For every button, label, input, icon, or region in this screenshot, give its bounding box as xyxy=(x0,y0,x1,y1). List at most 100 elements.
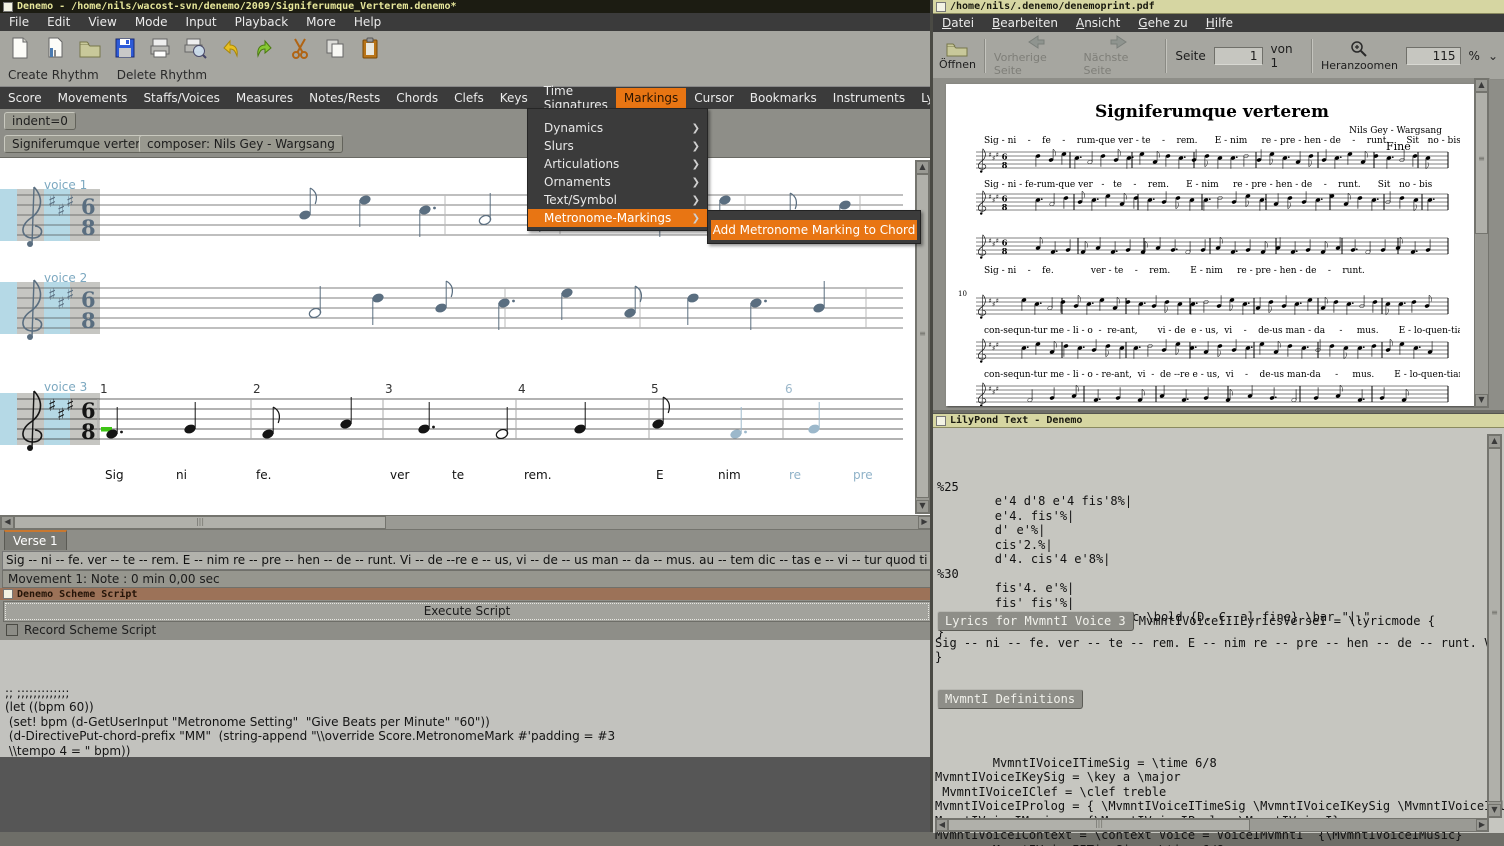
command-menu-item[interactable]: Staffs/Voices xyxy=(135,88,227,108)
menu-item[interactable]: Edit xyxy=(38,13,79,31)
rhythm-button[interactable]: Create Rhythm xyxy=(8,68,99,82)
menu-item[interactable]: Datei xyxy=(933,14,983,32)
lyric-syllable[interactable]: pre xyxy=(853,468,873,482)
print-icon[interactable] xyxy=(148,36,172,60)
zoom-value-input[interactable]: 115 xyxy=(1405,46,1461,65)
new-file-icon[interactable] xyxy=(8,36,32,60)
open-folder-icon[interactable] xyxy=(78,36,102,60)
menu-item[interactable]: Hilfe xyxy=(1197,14,1242,32)
indent-directive-button[interactable]: indent=0 xyxy=(4,112,76,130)
script-line: ;; ;;;;;;;;;;;;; xyxy=(5,685,70,700)
menu-item[interactable]: Gehe zu xyxy=(1129,14,1196,32)
command-menu-item[interactable]: Keys xyxy=(492,88,536,108)
command-menu-item[interactable]: Instruments xyxy=(825,88,913,108)
scheme-script-editor[interactable]: ;; ;;;;;;;;;;;;; (let ((bpm 60)) (set! bp… xyxy=(0,640,932,758)
redo-icon[interactable] xyxy=(253,36,277,60)
zoom-in-button[interactable]: Heranzoomen xyxy=(1321,40,1398,72)
copy-icon[interactable] xyxy=(323,36,347,60)
menu-item[interactable]: Playback xyxy=(226,13,298,31)
staff-voice-2[interactable]: ♯ ♯ ♯ 6 8 xyxy=(0,263,905,353)
command-menu-item[interactable]: Cursor xyxy=(686,88,741,108)
lilypond-horizontal-scrollbar[interactable]: ◀ ||| ▶ xyxy=(935,818,1489,832)
command-menu-item[interactable]: Bookmarks xyxy=(742,88,825,108)
lyric-syllable[interactable]: nim xyxy=(718,468,741,482)
score-horizontal-scrollbar[interactable]: ◀ ||| ▶ xyxy=(0,515,932,530)
code-line: %30 xyxy=(937,566,959,581)
pdf-viewer-window: /home/nils/.denemo/denemoprint.pdf Datei… xyxy=(933,0,1504,410)
menu-item[interactable]: View xyxy=(79,13,125,31)
command-menu-item[interactable]: Notes/Rests xyxy=(301,88,388,108)
open-button[interactable]: Öffnen xyxy=(939,41,976,71)
execute-script-button[interactable]: Execute Script xyxy=(3,601,931,622)
window-icon xyxy=(936,415,946,426)
pdf-lyrics-2: Sig - ni - fe - rum-que ver - te - rem. … xyxy=(984,136,1460,146)
mvmnt-definitions-button[interactable]: MvmntI Definitions xyxy=(937,689,1084,709)
lilypond-titlebar[interactable]: LilyPond Text - Denemo xyxy=(933,414,1504,428)
scheme-script-titlebar[interactable]: Denemo Scheme Script xyxy=(0,588,938,600)
menu-item[interactable]: File xyxy=(0,13,38,31)
lyric-syllable[interactable]: fe. xyxy=(256,468,271,482)
markings-menu-item[interactable]: Articulations ❯ xyxy=(528,155,707,173)
submenu-arrow-icon: ❯ xyxy=(691,158,700,170)
command-menu-item[interactable]: Movements xyxy=(50,88,136,108)
page-number-input[interactable]: 1 xyxy=(1213,46,1263,65)
markings-menu-item[interactable]: Ornaments ❯ xyxy=(528,173,707,191)
add-metronome-marking-item[interactable]: Add Metronome Marking to Chord xyxy=(711,220,917,240)
lyrics-voice-3-button[interactable]: Lyrics for MvmntI Voice 3 xyxy=(937,611,1134,631)
menu-item[interactable]: Bearbeiten xyxy=(983,14,1067,32)
pdf-vertical-scrollbar[interactable]: ▲ ≡ ▼ xyxy=(1474,78,1489,408)
lyrics-code-line[interactable]: Sig -- ni -- fe. ver -- te -- rem. E -- … xyxy=(935,636,1495,651)
menu-item[interactable]: Help xyxy=(345,13,390,31)
undo-icon[interactable] xyxy=(218,36,242,60)
pdf-document-area[interactable]: Signiferumque verterem Nils Gey - Wargsa… xyxy=(933,78,1490,408)
lyric-syllable[interactable]: te xyxy=(452,468,464,482)
svg-text:♯: ♯ xyxy=(66,285,74,305)
command-menu-item[interactable]: Measures xyxy=(228,88,301,108)
menu-item[interactable]: Mode xyxy=(126,13,177,31)
lilypond-code-block-1[interactable]: %25 e'4 d'8 e'4 fis'8%| e'4. fis'%| d' e… xyxy=(937,436,1487,639)
command-menu-item[interactable]: Score xyxy=(0,88,50,108)
pdf-page: Signiferumque verterem Nils Gey - Wargsa… xyxy=(946,84,1478,406)
chevron-down-icon[interactable]: ⌄ xyxy=(1488,49,1498,63)
verse-1-tab[interactable]: Verse 1 xyxy=(4,530,67,550)
command-menu-item[interactable]: Chords xyxy=(388,88,446,108)
save-icon[interactable] xyxy=(113,36,137,60)
code-line: d'4. cis'4 e'8%| xyxy=(937,552,1111,566)
markings-menu-item[interactable]: Dynamics ❯ xyxy=(528,119,707,137)
cut-icon[interactable] xyxy=(288,36,312,60)
lyric-syllable[interactable]: re xyxy=(789,468,801,482)
svg-text:♯: ♯ xyxy=(66,192,74,212)
lyric-syllable[interactable]: ver xyxy=(390,468,409,482)
lyric-syllable[interactable]: E xyxy=(656,468,664,482)
menu-item[interactable]: Ansicht xyxy=(1067,14,1129,32)
command-menu-item[interactable]: Markings xyxy=(615,88,687,108)
lyric-syllable[interactable]: rem. xyxy=(524,468,552,482)
record-checkbox[interactable] xyxy=(6,624,18,636)
print-preview-icon[interactable] xyxy=(183,36,207,60)
markings-menu-item[interactable]: Slurs ❯ xyxy=(528,137,707,155)
markings-menu-item[interactable]: Metronome-Markings ❯ xyxy=(528,209,707,227)
pdf-titlebar[interactable]: /home/nils/.denemo/denemoprint.pdf xyxy=(933,0,1504,14)
staff-voice-3[interactable]: ♯ ♯ ♯ 6 8 xyxy=(0,374,905,464)
menu-item[interactable]: More xyxy=(297,13,345,31)
pdf-staff-6: ♯ ♯ ♯ xyxy=(974,376,1450,406)
piece-composer: Nils Gey - Wargsang xyxy=(1349,126,1442,136)
paste-icon[interactable] xyxy=(358,36,382,60)
markings-menu-item[interactable]: Text/Symbol ❯ xyxy=(528,191,707,209)
score-composer-button[interactable]: composer: Nils Gey - Wargsang xyxy=(139,135,343,153)
rhythm-button[interactable]: Delete Rhythm xyxy=(117,68,207,82)
lilypond-vertical-scrollbar[interactable]: ▲ ≡ ▼ xyxy=(1487,434,1502,818)
menu-item[interactable]: Input xyxy=(177,13,226,31)
previous-page-button[interactable]: Vorherige Seite xyxy=(994,34,1076,77)
denemo-titlebar[interactable]: Denemo - /home/nils/wacost-svn/denemo/20… xyxy=(0,0,932,13)
lyric-syllable[interactable]: ni xyxy=(176,468,187,482)
pdf-menubar: Datei Bearbeiten Ansicht Gehe zu Hilfe xyxy=(933,14,1504,32)
new-wizard-icon[interactable] xyxy=(43,36,67,60)
command-menu-item[interactable]: Clefs xyxy=(446,88,492,108)
desktop: Denemo - /home/nils/wacost-svn/denemo/20… xyxy=(0,0,1504,846)
svg-text:8: 8 xyxy=(81,419,96,444)
lyric-syllable[interactable]: Sig xyxy=(105,468,124,482)
script-line: (d-DirectivePut-chord-prefix "MM" (strin… xyxy=(5,729,616,743)
verse-text-input[interactable]: Sig -- ni -- fe. ver -- te -- rem. E -- … xyxy=(2,551,936,570)
next-page-button[interactable]: Nächste Seite xyxy=(1084,34,1158,77)
